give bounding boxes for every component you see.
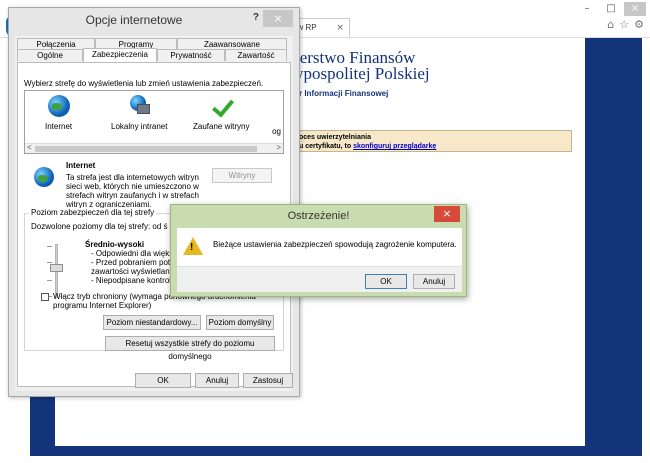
scroll-left-icon[interactable]: <: [27, 143, 32, 152]
globe-icon: [34, 167, 54, 187]
tab-row-2: Ogólne Zabezpieczenia Prywatność Zawarto…: [17, 48, 287, 62]
warning-cancel-button[interactable]: Anuluj: [413, 274, 455, 289]
protected-mode-checkbox[interactable]: [41, 293, 49, 301]
reset-zones-button[interactable]: Resetuj wszystkie strefy do poziomu domy…: [105, 336, 275, 361]
security-level-name: Średnio-wysoki: [85, 240, 145, 249]
cert-notice-line2: oru certyfikatu, to skonfiguruj przegląd…: [292, 142, 567, 151]
maximize-button[interactable]: □: [600, 2, 622, 16]
security-level-legend: Poziom zabezpieczeń dla tej strefy: [29, 208, 157, 217]
scroll-right-icon[interactable]: >: [276, 143, 281, 152]
cert-notice-line1: proces uwierzytelniania: [292, 134, 371, 141]
default-level-button[interactable]: Poziom domyślny: [206, 315, 274, 330]
zone-description-title: Internet: [66, 161, 96, 170]
cert-notice-text: oru certyfikatu, to: [292, 143, 352, 150]
close-window-button[interactable]: ×: [624, 2, 646, 16]
zone-scrollbar[interactable]: < >: [25, 143, 283, 153]
zone-trusted-sites[interactable]: Zaufane witryny: [193, 95, 249, 131]
home-icon[interactable]: ⌂: [607, 18, 614, 31]
tab-content[interactable]: Zawartość: [225, 49, 287, 61]
minimize-button[interactable]: –: [576, 2, 598, 16]
apply-button[interactable]: Zastosuj: [243, 373, 293, 388]
close-warning-button[interactable]: ×: [434, 206, 460, 222]
checkmark-icon: [210, 95, 232, 117]
warning-title: Ostrzeżenie!: [287, 210, 350, 222]
tab-security[interactable]: Zabezpieczenia: [83, 48, 157, 62]
certificate-notice: proces uwierzytelniania oru certyfikatu,…: [287, 130, 572, 152]
slider-tick: [47, 280, 52, 281]
close-tab-icon[interactable]: ×: [336, 19, 344, 37]
warning-message: Bieżące ustawienia zabezpieczeń spowoduj…: [213, 240, 457, 249]
ok-button[interactable]: OK: [135, 373, 191, 388]
zone-label: Zaufane witryny: [193, 122, 250, 131]
cancel-button[interactable]: Anuluj: [195, 373, 239, 388]
site-subtitle: ktor Informacji Finansowej: [287, 89, 389, 98]
site-title-line2: ypospolitej Polskiej: [295, 64, 430, 83]
scroll-thumb[interactable]: [35, 146, 257, 152]
custom-level-button[interactable]: Poziom niestandardowy...: [103, 315, 201, 330]
warning-ok-button[interactable]: OK: [365, 274, 407, 289]
allowed-levels-label: Dozwolone poziomy dla tej strefy: od ś: [31, 222, 168, 231]
tab-privacy[interactable]: Prywatność: [157, 49, 225, 61]
slider-tick: [47, 246, 52, 247]
zone-internet[interactable]: Internet: [45, 95, 72, 131]
browser-toolbar: ⌂ ☆ ⚙: [607, 18, 644, 31]
internet-options-dialog: Opcje internetowe ? × Połączenia Program…: [8, 7, 300, 397]
sites-button[interactable]: Witryny: [212, 168, 272, 183]
warning-dialog: Ostrzeżenie! × ! Bieżące ustawienia zabe…: [170, 204, 467, 297]
configure-browser-link[interactable]: skonfiguruj przeglądarkę: [353, 143, 436, 150]
close-dialog-button[interactable]: ×: [263, 10, 293, 27]
warning-footer: OK Anuluj: [177, 266, 462, 292]
globe-icon: [47, 95, 70, 117]
slider-thumb[interactable]: [50, 264, 63, 272]
tab-general[interactable]: Ogólne: [17, 49, 83, 61]
star-icon[interactable]: ☆: [619, 18, 629, 31]
warning-body: ! Bieżące ustawienia zabezpieczeń spowod…: [177, 228, 462, 292]
window-controls: – □ ×: [576, 2, 646, 16]
intranet-icon: [128, 95, 151, 117]
zone-local-intranet[interactable]: Lokalny intranet: [111, 95, 167, 131]
zone-list[interactable]: Internet Lokalny intranet Zaufane witryn…: [24, 90, 284, 154]
zone-overflow-label: og: [272, 127, 281, 136]
zone-label: Lokalny intranet: [111, 122, 168, 131]
gear-icon[interactable]: ⚙: [634, 18, 644, 31]
zone-label: Internet: [45, 122, 73, 131]
warning-icon-mark: !: [190, 242, 194, 253]
zone-prompt: Wybierz strefę do wyświetlenia lub zmień…: [24, 79, 264, 88]
help-button[interactable]: ?: [253, 12, 259, 23]
slider-tick: [47, 262, 52, 263]
